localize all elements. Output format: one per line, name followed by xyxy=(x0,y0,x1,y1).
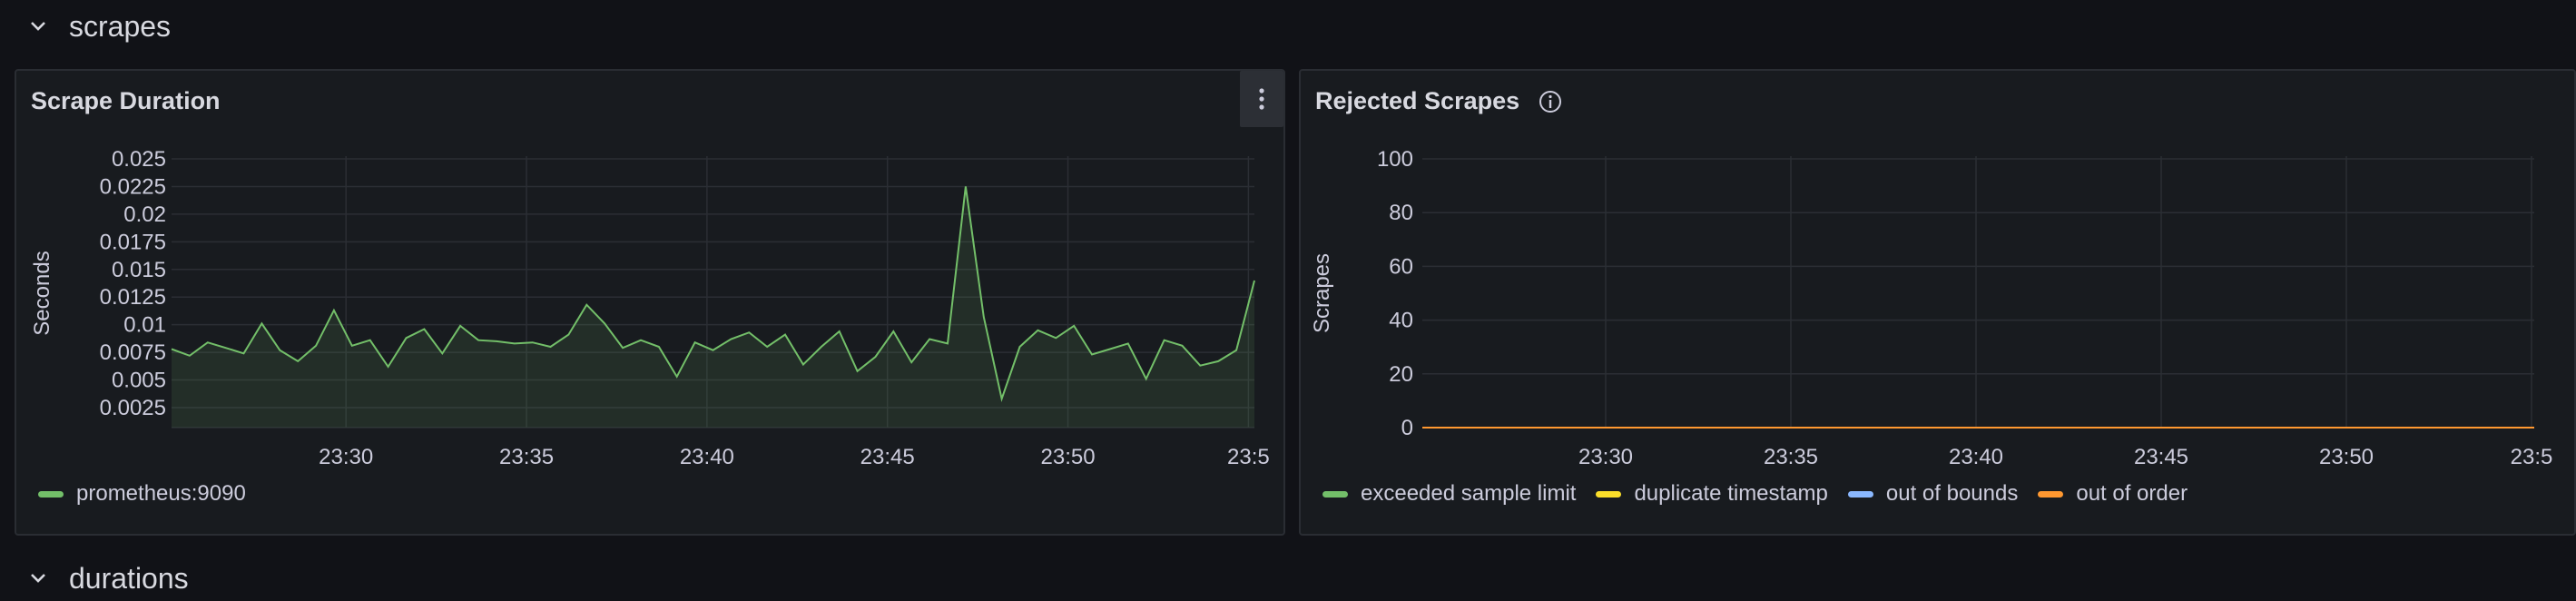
legend-item[interactable]: out of order xyxy=(2038,481,2188,507)
x-tick-label: 23:45 xyxy=(860,445,915,469)
row-title: durations xyxy=(69,561,189,595)
chevron-down-icon[interactable] xyxy=(27,15,49,37)
x-tick-label: 23:30 xyxy=(1578,445,1633,469)
y-axis-label: Seconds xyxy=(30,251,54,335)
legend-label: out of order xyxy=(2076,481,2188,506)
y-tick-label: 0.005 xyxy=(112,369,166,393)
scrape-duration-chart[interactable]: 0.0250.02250.020.01750.0150.01250.010.00… xyxy=(16,71,1287,537)
y-tick-label: 0.025 xyxy=(112,147,166,172)
y-tick-label: 0.01 xyxy=(123,313,166,338)
legend-swatch xyxy=(38,490,64,498)
y-tick-label: 60 xyxy=(1389,254,1413,279)
x-tick-label: 23:50 xyxy=(2319,445,2374,469)
y-tick-label: 0 xyxy=(1401,416,1413,440)
y-tick-label: 40 xyxy=(1389,309,1413,333)
legend: exceeded sample limit duplicate timestamp… xyxy=(1322,481,2188,507)
y-tick-label: 0.0025 xyxy=(100,396,166,420)
x-tick-label: 23:35 xyxy=(1764,445,1818,469)
legend-item[interactable]: prometheus:9090 xyxy=(38,481,246,507)
row-header-scrapes[interactable]: scrapes xyxy=(27,4,171,49)
grid xyxy=(1422,156,2534,429)
y-axis-label: Scrapes xyxy=(1310,253,1334,333)
legend-label: prometheus:9090 xyxy=(76,481,246,506)
rejected-scrapes-chart[interactable]: 100 80 60 40 20 0 23:30 23:35 23:40 23:45 23:50 23:… xyxy=(1301,71,2576,537)
legend-item[interactable]: exceeded sample limit xyxy=(1322,481,1576,507)
panel-rejected-scrapes: Rejected Scrapes 100 80 60 40 20 0 23:30 23:35 2… xyxy=(1299,69,2576,536)
y-tick-label: 80 xyxy=(1389,201,1413,225)
legend-swatch xyxy=(2038,490,2064,498)
x-tick-label: 23:5 xyxy=(1227,445,1270,469)
x-tick-label: 23:5 xyxy=(2511,445,2553,469)
x-tick-label: 23:35 xyxy=(499,445,554,469)
y-tick-label: 20 xyxy=(1389,362,1413,387)
x-tick-label: 23:50 xyxy=(1041,445,1096,469)
legend-item[interactable]: duplicate timestamp xyxy=(1596,481,1828,507)
y-tick-label: 0.02 xyxy=(123,202,166,227)
legend: prometheus:9090 xyxy=(38,481,246,507)
row-title: scrapes xyxy=(69,9,172,43)
panel-scrape-duration: Scrape Duration 0.025 0.0225 0.02 0.0175 0.0… xyxy=(15,69,1285,536)
legend-label: exceeded sample limit xyxy=(1361,481,1577,506)
x-tick-label: 23:40 xyxy=(1949,445,2003,469)
chevron-down-icon[interactable] xyxy=(27,567,49,589)
legend-swatch xyxy=(1847,490,1873,498)
series-area xyxy=(172,186,1254,428)
y-tick-label: 0.0175 xyxy=(100,230,166,254)
row-header-durations[interactable]: durations xyxy=(27,556,189,601)
y-tick-label: 0.015 xyxy=(112,258,166,282)
x-tick-label: 23:30 xyxy=(319,445,373,469)
y-tick-label: 100 xyxy=(1377,147,1413,172)
y-tick-label: 0.0075 xyxy=(100,340,166,365)
legend-swatch xyxy=(1322,490,1348,498)
legend-label: out of bounds xyxy=(1885,481,2019,506)
legend-item[interactable]: out of bounds xyxy=(1847,481,2019,507)
legend-label: duplicate timestamp xyxy=(1634,481,1828,506)
legend-swatch xyxy=(1596,490,1622,498)
x-tick-label: 23:40 xyxy=(680,445,734,469)
y-tick-label: 0.0225 xyxy=(100,174,166,199)
y-tick-label: 0.0125 xyxy=(100,285,166,310)
x-tick-label: 23:45 xyxy=(2134,445,2188,469)
